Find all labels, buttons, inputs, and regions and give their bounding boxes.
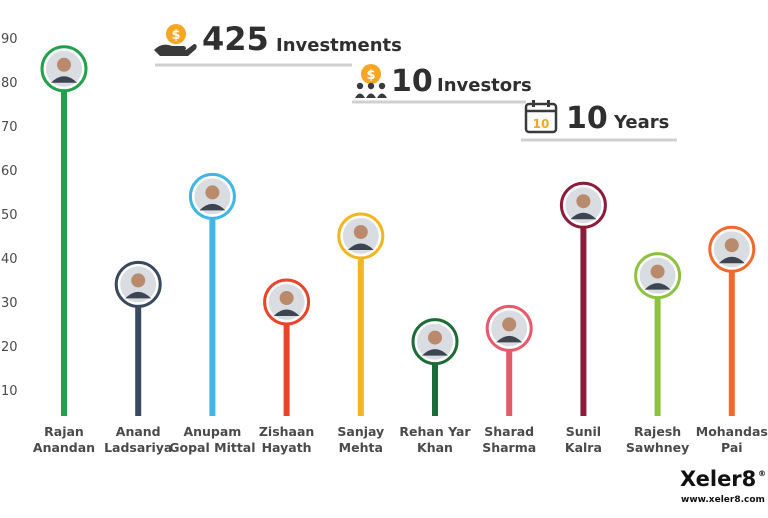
avatar-head [502,317,517,332]
y-tick-label: 60 [1,164,18,179]
category-label: Rajan [44,424,84,439]
category-label: Rehan Yar [399,424,471,439]
avatar-marker [559,181,607,229]
avatar-marker [40,45,88,93]
y-tick-label: 40 [1,252,18,267]
y-tick-label: 80 [1,76,18,91]
avatar-marker [114,260,162,308]
y-tick-label: 20 [1,340,18,355]
stat-number: 10 [391,64,433,99]
avatar-marker [263,278,311,326]
stat-years: 10 10 Years [521,100,677,142]
category-label: Khan [417,440,453,455]
brand-logo: Xeler8 ® www.xeler8.com [680,467,766,505]
y-tick-label: 70 [1,120,18,135]
category-label: Sharma [482,440,536,455]
avatar-marker [708,225,756,273]
category-label: Anupam [183,424,241,439]
stat-label: Years [613,112,669,133]
investors-coin-icon: $ [355,64,387,98]
lollipop-chart: 10 20 30 40 50 60 70 80 90 RajanAnandan AnandLads… [1,20,768,505]
avatar-head [428,330,442,345]
brand-url: www.xeler8.com [681,495,765,505]
calendar-icon: 10 [524,100,558,134]
category-label: Mehta [339,440,383,455]
brand-name: Xeler8 [680,467,756,491]
avatar-head [353,225,368,239]
stat-investments: $ 425 Investments [154,20,402,67]
y-tick-label: 30 [1,296,18,311]
y-tick-label: 50 [1,208,18,223]
category-label: Gopal Mittal [169,440,255,455]
category-label: Mohandas [696,424,768,439]
category-label: Hayath [262,440,312,455]
category-label: Kalra [565,440,602,455]
category-label: Sanjay [337,424,384,439]
svg-text:$: $ [366,68,375,83]
brand-mark: ® [758,469,766,478]
category-label: Zishaan [259,424,314,439]
stat-number: 425 [202,20,269,58]
avatar-head [205,185,220,200]
x-axis-labels: RajanAnandan AnandLadsariya AnupamGopal Mi… [33,424,768,455]
avatar-head [131,273,146,288]
avatar-marker [188,172,236,220]
avatar-head [279,291,294,305]
avatar-marker [634,252,682,300]
category-label: Sunil [566,424,601,439]
category-label: Sharad [484,424,534,439]
y-axis: 10 20 30 40 50 60 70 80 90 [1,32,18,399]
category-label: Pai [721,440,743,455]
category-label: Anandan [33,440,95,455]
avatar-marker [337,212,385,260]
svg-text:10: 10 [533,117,550,131]
avatar-head [57,57,71,72]
avatar-marker [411,318,459,366]
category-label: Anand [116,424,161,439]
y-tick-label: 90 [1,32,18,47]
hand-coin-icon: $ [154,24,197,56]
category-label: Rajesh [634,424,681,439]
avatar-head [650,264,665,279]
svg-text:$: $ [171,28,180,43]
avatar-head [724,238,739,253]
stat-investors: $ 10 Investors [352,64,532,104]
stat-label: Investors [437,75,532,96]
avatar-marker [485,304,533,352]
y-tick-label: 10 [1,384,18,399]
avatar-head [576,194,591,209]
stat-number: 10 [566,101,608,136]
stat-label: Investments [276,35,402,56]
category-label: Sawhney [626,440,689,455]
category-label: Ladsariya [104,440,172,455]
